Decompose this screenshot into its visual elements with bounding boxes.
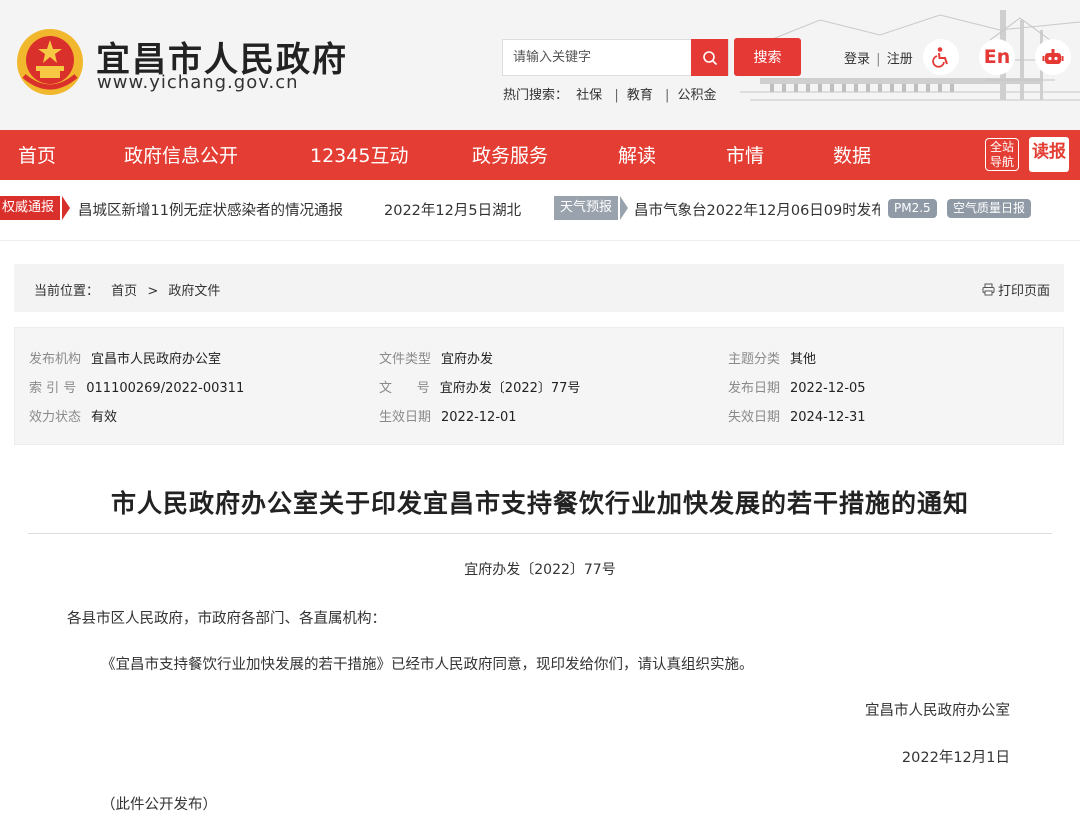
site-navigation-button[interactable]: 全站 导航 [985, 138, 1019, 171]
hot-search-label: 热门搜索： [503, 88, 569, 103]
print-page-label: 打印页面 [997, 284, 1050, 299]
content-area: 当前位置： 首页 > 政府文件 打印页面 发布机构 宜昌市人民政府办公室 文件类型… [0, 240, 1080, 819]
tag-arrow-icon [62, 196, 70, 220]
login-register: 登录 | 注册 [844, 48, 913, 67]
document-signatory: 宜昌市人民政府办公室 [865, 703, 1010, 719]
english-version-button[interactable]: En [979, 39, 1015, 75]
document-salutation: 各县市区人民政府，市政府各部门、各直属机构： [67, 611, 386, 627]
meta-effective-date: 生效日期 2022-12-01 [379, 410, 517, 425]
site-url: www.yichang.gov.cn [97, 72, 299, 93]
read-newspaper-button[interactable]: 读报 [1029, 137, 1069, 172]
search-icon-button[interactable] [691, 39, 728, 76]
meta-status: 效力状态 有效 [29, 410, 118, 425]
accessibility-button[interactable] [923, 39, 959, 75]
search-button[interactable]: 搜索 [734, 38, 801, 76]
print-page-button[interactable]: 打印页面 [982, 280, 1050, 299]
search-box [502, 39, 729, 76]
login-link[interactable]: 登录 [844, 52, 870, 67]
nav-item-data[interactable]: 数据 [833, 130, 871, 180]
national-emblem-icon [17, 29, 83, 95]
meta-doc-number: 文 号宜府办发〔2022〕77号 [379, 381, 581, 396]
document-date: 2022年12月1日 [901, 750, 1010, 766]
search-input[interactable] [503, 40, 693, 75]
breadcrumb-separator: > [147, 284, 159, 299]
meta-doc-type: 文件类型 宜府办发 [379, 352, 494, 367]
hot-search: 热门搜索： 社保 | 教育 | 公积金 [503, 84, 721, 103]
main-nav: 首页 政府信息公开 12345互动 政务服务 解读 市情 数据 全站 导航 读报 [0, 130, 1080, 180]
separator: | [614, 88, 619, 103]
weather-forecast-tag: 天气预报 [554, 196, 619, 220]
document-number: 宜府办发〔2022〕77号 [464, 562, 616, 578]
robot-assistant-button[interactable] [1035, 39, 1071, 75]
wheelchair-icon [932, 47, 948, 68]
hot-term-social-security[interactable]: 社保 [576, 88, 602, 103]
nav-item-gov-info[interactable]: 政府信息公开 [124, 130, 238, 180]
hot-term-education[interactable]: 教育 [627, 88, 653, 103]
nav-item-interpretation[interactable]: 解读 [618, 130, 656, 180]
printer-icon [982, 283, 995, 296]
separator: | [876, 52, 881, 67]
document-title: 市人民政府办公室关于印发宜昌市支持餐饮行业加快发展的若干措施的通知 [110, 489, 969, 518]
meta-index: 索 引 号 011100269/2022-00311 [29, 381, 245, 396]
nav-item-services[interactable]: 政务服务 [472, 130, 548, 180]
robot-icon [1042, 49, 1064, 64]
air-quality-badge[interactable]: 空气质量日报 [947, 199, 1032, 218]
site-header: 宜昌市人民政府 www.yichang.gov.cn 搜索 热门搜索： 社保 |… [0, 0, 1080, 130]
meta-publish-date: 发布日期 2022-12-05 [728, 381, 866, 396]
document-metadata: 发布机构 宜昌市人民政府办公室 文件类型 宜府办发 主题分类 其他 索 引 号 0111… [14, 327, 1064, 445]
meta-topic: 主题分类 其他 [728, 352, 817, 367]
title-divider [28, 533, 1052, 534]
site-nav-line2: 导航 [989, 155, 1014, 169]
meta-expire-date: 失效日期 2024-12-31 [728, 410, 866, 425]
breadcrumb-bar: 当前位置： 首页 > 政府文件 打印页面 [14, 264, 1064, 312]
breadcrumb: 当前位置： 首页 > 政府文件 [34, 280, 220, 299]
document-body: 《宜昌市支持餐饮行业加快发展的若干措施》已经市人民政府同意，现印发给你们，请认真… [101, 657, 754, 673]
pm25-badge[interactable]: PM2.5 [888, 199, 937, 218]
tag-arrow-icon [620, 196, 628, 220]
authority-notice-tag: 权威通报 [0, 196, 61, 220]
ticker-news-link[interactable]: 昌城区新增11例无症状感染者的情况通报 [78, 199, 358, 220]
publication-note: （此件公开发布） [101, 797, 217, 813]
news-ticker: 权威通报 昌城区新增11例无症状感染者的情况通报 2022年12月5日湖北 天气… [0, 180, 1080, 236]
site-nav-line1: 全站 [989, 140, 1014, 154]
weather-text[interactable]: 昌市气象台2022年12月06日09时发布 [634, 199, 880, 220]
breadcrumb-current[interactable]: 政府文件 [168, 284, 220, 299]
register-link[interactable]: 注册 [887, 52, 913, 67]
nav-item-12345[interactable]: 12345互动 [310, 130, 408, 180]
hot-term-housing-fund[interactable]: 公积金 [678, 88, 717, 103]
ticker-news-link[interactable]: 2022年12月5日湖北 [384, 199, 530, 220]
breadcrumb-prefix: 当前位置： [34, 284, 100, 299]
nav-item-home[interactable]: 首页 [18, 130, 56, 180]
separator: | [665, 88, 670, 103]
breadcrumb-home[interactable]: 首页 [111, 284, 137, 299]
search-icon [702, 50, 717, 65]
meta-publisher: 发布机构 宜昌市人民政府办公室 [29, 352, 222, 367]
nav-item-city-info[interactable]: 市情 [726, 130, 764, 180]
